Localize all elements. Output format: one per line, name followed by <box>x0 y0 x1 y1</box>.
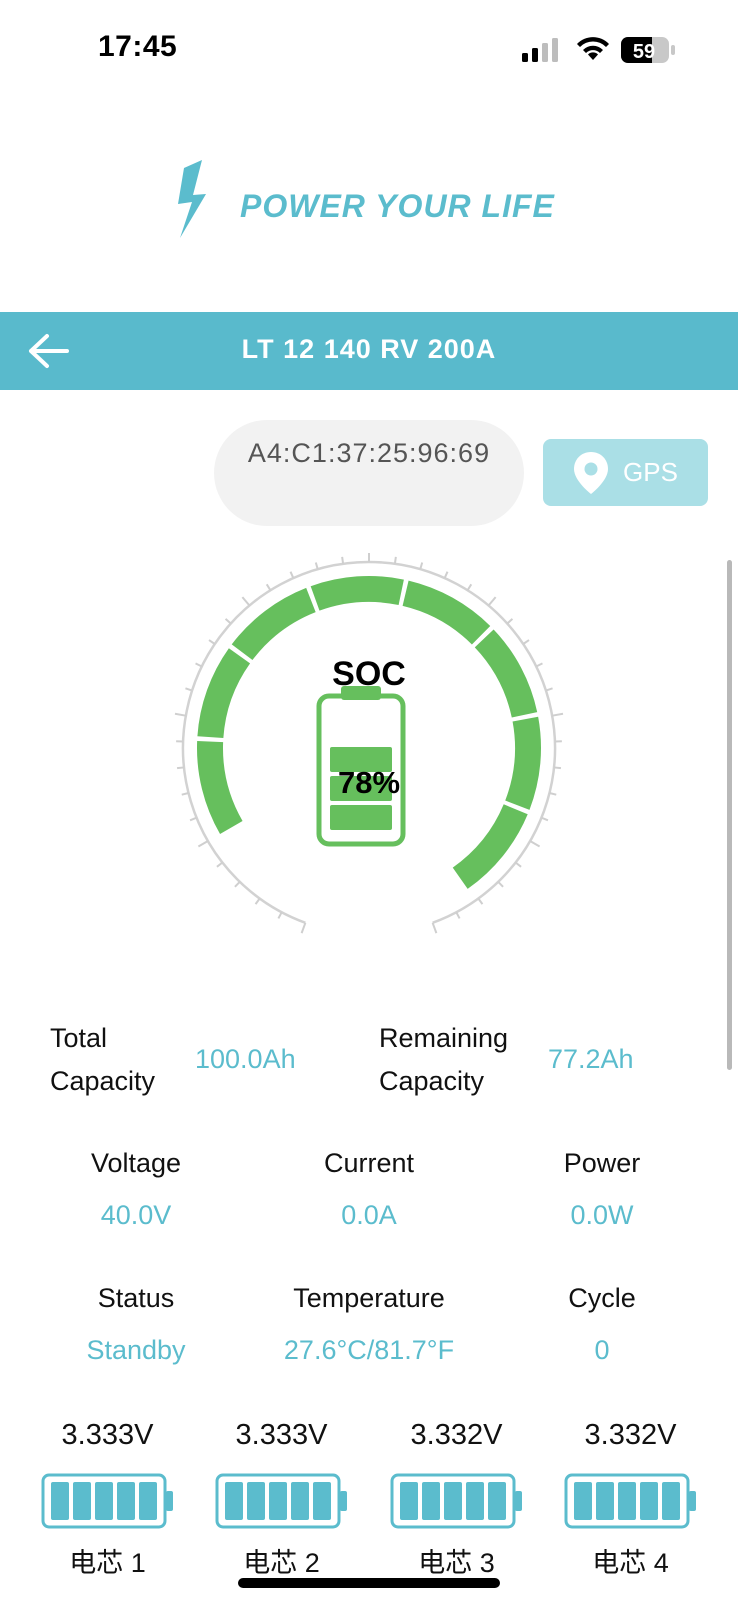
metric-label: Cycle <box>568 1283 636 1313</box>
cell-voltage: 3.333V <box>61 1419 154 1451</box>
metric-value: Standby <box>86 1335 186 1365</box>
metric-status: Status Standby <box>13 1278 259 1370</box>
gauge-tick <box>216 861 224 868</box>
gauge-tick <box>514 861 522 868</box>
remaining-capacity-label-line1: Remaining <box>379 1023 509 1053</box>
gps-label: GPS <box>623 457 678 487</box>
cell-battery-icon <box>390 1473 522 1529</box>
cell-battery-icon <box>564 1473 696 1529</box>
cell-1: 3.333V 电芯 1 <box>20 1415 195 1583</box>
status-time: 17:45 <box>98 30 178 63</box>
gauge-tick <box>541 816 549 822</box>
location-pin-icon <box>574 451 608 494</box>
gauge-segment <box>452 804 528 889</box>
metric-value: 0 <box>594 1335 610 1365</box>
metric-current: Current 0.0A <box>246 1143 492 1235</box>
gauge-outer-ring <box>181 560 557 924</box>
gauge-tick <box>466 583 473 591</box>
gps-button[interactable]: GPS <box>543 439 708 506</box>
metric-power: Power 0.0W <box>479 1143 725 1235</box>
gauge-tick <box>314 562 319 570</box>
gauge-tick <box>224 618 232 625</box>
cell-battery-icon <box>41 1473 173 1529</box>
gauge-tick <box>552 712 564 717</box>
gauge-tick <box>254 897 261 905</box>
soc-label: SOC <box>332 655 406 693</box>
device-address-pill: A4:C1:37:25:96:69 <box>214 420 524 526</box>
soc-gauge <box>174 553 564 934</box>
cell-voltage: 3.332V <box>584 1419 677 1451</box>
lightning-bolt-icon <box>178 160 206 238</box>
remaining-capacity-label-line2: Capacity <box>379 1066 485 1096</box>
gauge-segment <box>402 580 491 645</box>
battery-level-bar <box>330 718 392 743</box>
gauge-tick <box>234 881 241 888</box>
cell-4: 3.332V 电芯 4 <box>543 1415 718 1583</box>
metric-value: 0.0W <box>570 1200 634 1230</box>
status-bar: 17:45 59 <box>0 0 738 100</box>
remaining-capacity-value: 77.2Ah <box>548 1044 634 1074</box>
cell-name: 电芯 2 <box>243 1548 320 1578</box>
soc-percent: 78% <box>337 765 401 800</box>
home-indicator <box>238 1578 500 1588</box>
cell-2: 3.333V 电芯 2 <box>194 1415 369 1583</box>
cell-name: 电芯 4 <box>592 1548 669 1578</box>
metric-temperature: Temperature 27.6°C/81.7°F <box>246 1278 492 1370</box>
gauge-segment <box>310 576 404 611</box>
gauge-tick <box>455 911 461 919</box>
metric-voltage: Voltage 40.0V <box>13 1143 259 1235</box>
gauge-tick <box>341 556 345 564</box>
metric-value: 40.0V <box>100 1200 172 1230</box>
scrollbar[interactable] <box>727 560 732 1070</box>
cell-voltage: 3.332V <box>410 1419 503 1451</box>
gauge-tick <box>277 911 283 919</box>
gauge-tick <box>241 596 251 607</box>
gauge-tick <box>189 816 197 822</box>
metric-value: 0.0A <box>341 1200 397 1230</box>
gauge-tick <box>529 840 541 848</box>
wifi-icon <box>577 37 609 60</box>
metric-label: Voltage <box>90 1148 182 1178</box>
battery-status-icon: 59 <box>621 37 675 63</box>
battery-level-text: 59 <box>633 41 655 63</box>
gauge-tick <box>419 562 424 570</box>
gauge-tick <box>197 840 209 848</box>
gauge-tick <box>289 571 295 579</box>
gauge-tick <box>506 618 514 625</box>
cell-battery-icon <box>215 1473 347 1529</box>
brand-logo: POWER YOUR LIFE <box>166 160 586 240</box>
gauge-tick <box>174 712 186 717</box>
gauge-tick <box>265 583 272 591</box>
metric-label: Power <box>563 1148 641 1178</box>
cell-3: 3.332V 电芯 3 <box>369 1415 544 1583</box>
total-capacity-label-line1: Total <box>50 1023 108 1053</box>
gauge-tick <box>487 596 497 607</box>
gauge-tick <box>431 922 438 934</box>
gauge-tick <box>300 922 307 934</box>
gauge-tick <box>208 639 216 645</box>
gauge-tick <box>497 881 504 888</box>
metric-cycle: Cycle 0 <box>479 1278 725 1370</box>
total-capacity-value: 100.0Ah <box>195 1044 296 1074</box>
gauge-tick <box>477 897 484 905</box>
page-title: LT 12 140 RV 200A <box>241 334 497 364</box>
gauge-tick <box>393 556 397 564</box>
metric-label: Temperature <box>293 1283 445 1313</box>
total-capacity-label: Total Capacity <box>50 1017 155 1103</box>
brand-tagline: POWER YOUR LIFE <box>240 188 555 224</box>
gauge-tick <box>443 571 449 579</box>
total-capacity-label-line2: Capacity <box>50 1066 156 1096</box>
metric-value: 27.6°C/81.7°F <box>283 1335 455 1365</box>
gauge-tick <box>522 639 530 645</box>
cell-name: 电芯 3 <box>418 1548 495 1578</box>
battery-level-bar <box>330 805 392 830</box>
remaining-capacity-label: Remaining Capacity <box>379 1017 508 1103</box>
cellular-signal-icon <box>522 38 558 62</box>
cell-name: 电芯 1 <box>69 1548 146 1578</box>
cell-voltage: 3.333V <box>235 1419 328 1451</box>
header-bar: LT 12 140 RV 200A <box>0 312 738 390</box>
metric-label: Current <box>323 1148 415 1178</box>
metric-label: Status <box>97 1283 175 1313</box>
